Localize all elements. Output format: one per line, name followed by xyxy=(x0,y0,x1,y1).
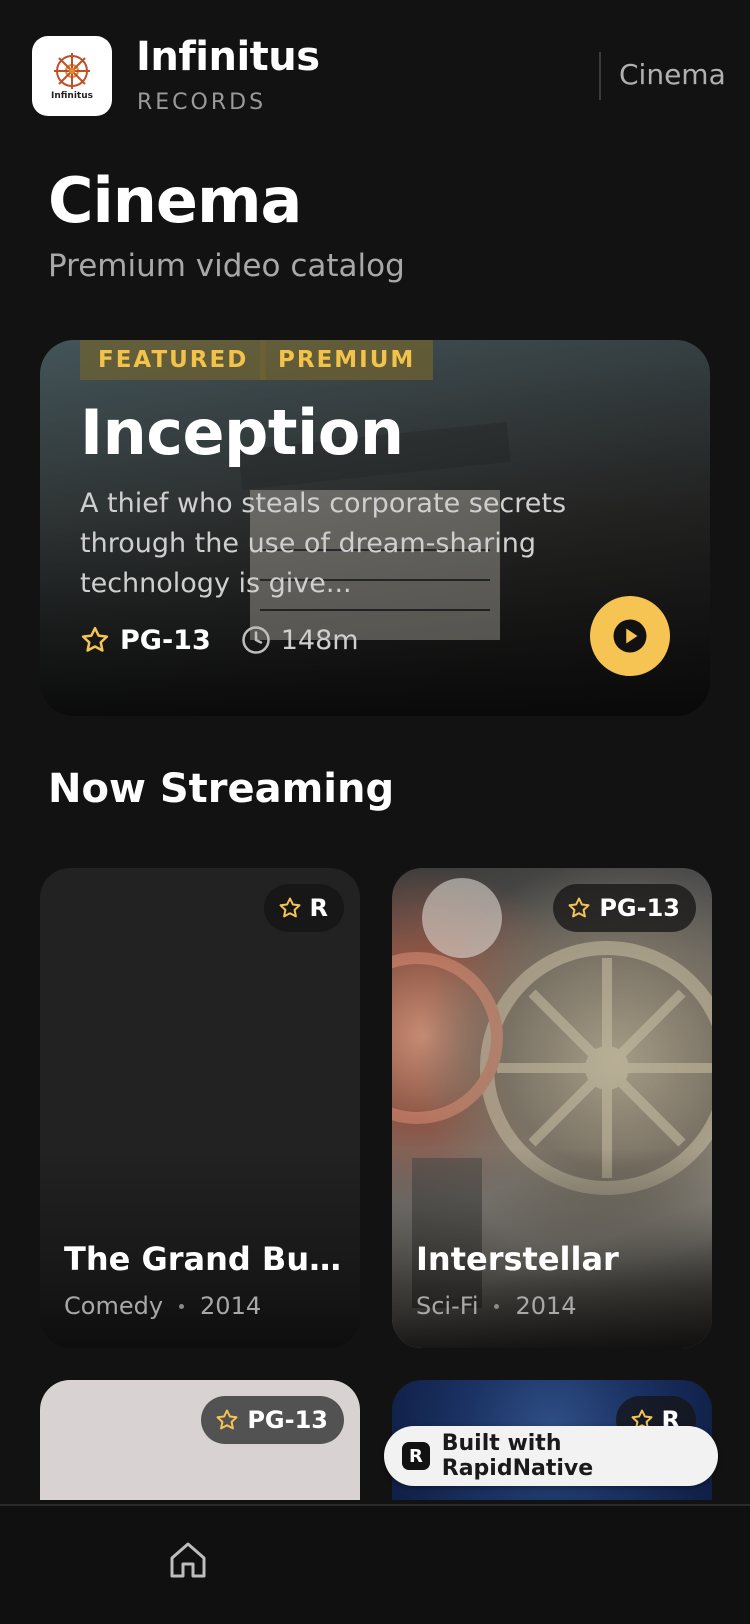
logo-emblem-icon xyxy=(54,53,90,89)
featured-card[interactable]: FEATURED PREMIUM Inception A thief who s… xyxy=(40,340,710,716)
bottom-nav xyxy=(0,1504,750,1624)
featured-meta: PG-13 148m xyxy=(80,620,359,660)
nav-item-home[interactable] xyxy=(164,1536,212,1584)
movie-meta: Comedy 2014 xyxy=(64,1292,261,1320)
featured-title: Inception xyxy=(80,396,404,469)
movie-year: 2014 xyxy=(200,1292,262,1320)
logo-text: Infinitus xyxy=(51,91,93,101)
rating-text: PG-13 xyxy=(599,894,680,922)
star-icon xyxy=(216,1409,238,1430)
movie-genre: Sci-Fi xyxy=(416,1292,479,1320)
rapidnative-logo-letter: R xyxy=(408,1445,423,1467)
app-header: Infinitus Infinitus RECORDS Cinema xyxy=(0,0,750,150)
brand-name: Infinitus xyxy=(136,34,320,80)
rating-text: R xyxy=(309,894,328,922)
built-with-badge[interactable]: R Built with RapidNative xyxy=(384,1426,718,1486)
home-icon xyxy=(170,1542,206,1578)
featured-duration: 148m xyxy=(280,624,359,656)
star-icon xyxy=(80,625,110,655)
movie-genre: Comedy xyxy=(64,1292,164,1320)
rating-badge: PG-13 xyxy=(553,884,696,932)
page-subtitle: Premium video catalog xyxy=(48,248,405,284)
movie-meta: Sci-Fi 2014 xyxy=(416,1292,577,1320)
play-icon xyxy=(613,619,647,653)
brand-logo[interactable]: Infinitus xyxy=(32,36,112,116)
header-divider xyxy=(599,52,601,100)
movie-year: 2014 xyxy=(515,1292,577,1320)
movie-title: Interstellar xyxy=(416,1240,619,1278)
movie-card[interactable]: PG-13 Interstellar Sci-Fi 2014 xyxy=(392,868,712,1348)
featured-rating: PG-13 xyxy=(120,624,211,656)
header-nav-cinema[interactable]: Cinema xyxy=(619,58,726,91)
star-icon xyxy=(568,897,590,918)
meta-separator xyxy=(494,1303,500,1309)
rating-text: PG-13 xyxy=(247,1406,328,1434)
rating-badge: R xyxy=(263,884,344,932)
rapidnative-logo-icon: R xyxy=(402,1442,430,1470)
built-with-text: Built with RapidNative xyxy=(441,1431,594,1481)
rating-badge: PG-13 xyxy=(201,1396,344,1444)
movie-card[interactable]: PG-13 xyxy=(40,1380,360,1500)
star-icon xyxy=(279,897,301,918)
movie-card[interactable]: R The Grand Bud... Comedy 2014 xyxy=(40,868,360,1348)
brand-subtitle: RECORDS xyxy=(137,90,267,115)
meta-separator xyxy=(179,1303,185,1309)
page-title: Cinema xyxy=(48,164,302,237)
play-button[interactable] xyxy=(590,596,670,676)
movie-title: The Grand Bud... xyxy=(64,1240,344,1278)
section-title: Now Streaming xyxy=(48,766,395,812)
clock-icon xyxy=(241,625,271,655)
featured-description: A thief who steals corporate secrets thr… xyxy=(80,488,567,599)
premium-badge: PREMIUM xyxy=(260,340,434,380)
featured-badge: FEATURED xyxy=(80,340,267,380)
